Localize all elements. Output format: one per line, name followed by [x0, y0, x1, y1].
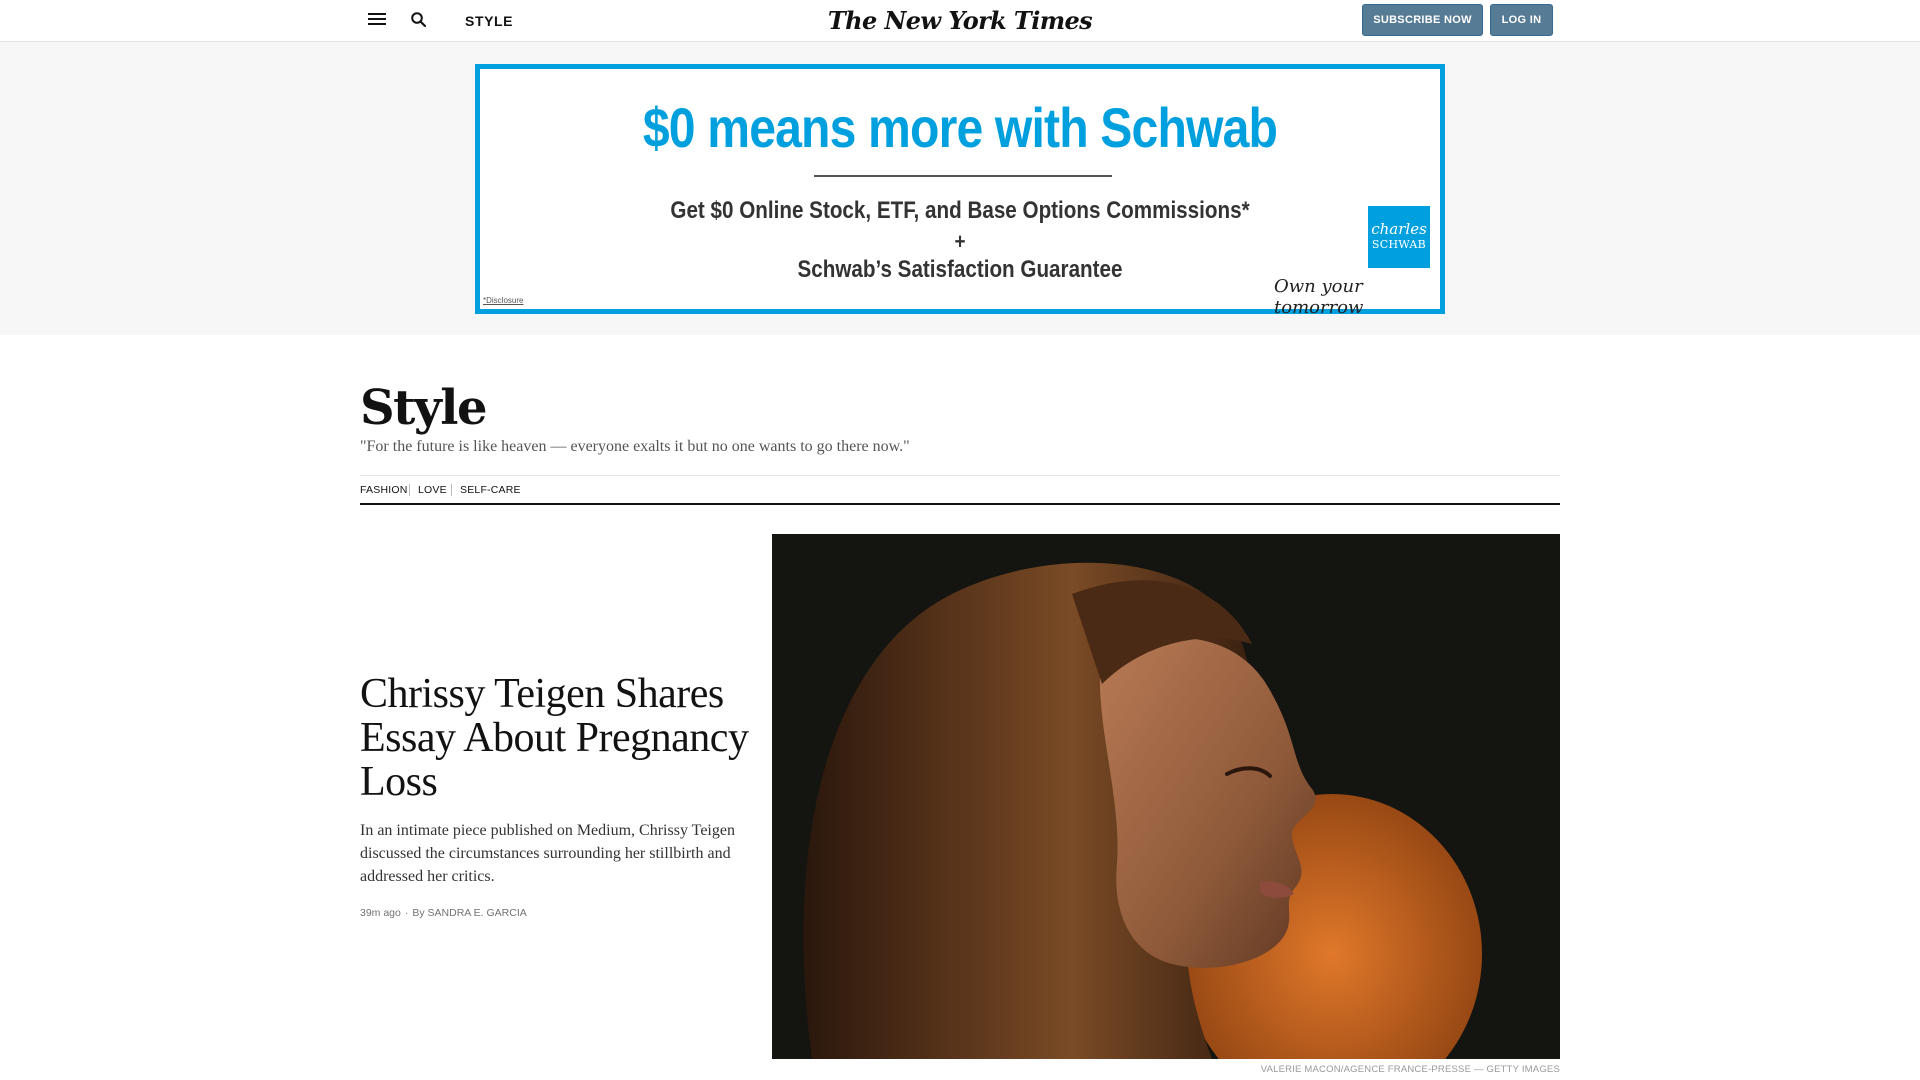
schwab-logo: charles SCHWAB: [1368, 206, 1430, 268]
schwab-logo-line1: charles: [1371, 220, 1427, 238]
ad-headline: $0 means more with Schwab: [642, 96, 1278, 159]
story-byline: By SANDRA E. GARCIA: [412, 907, 527, 919]
subnav-fashion[interactable]: FASHION: [360, 484, 408, 496]
section-quote: "For the future is like heaven — everyon…: [360, 438, 910, 455]
subnav-divider: [409, 484, 410, 496]
ad-plus: +: [954, 229, 966, 254]
section-subnav: FASHION LOVE SELF-CARE: [360, 475, 1560, 505]
portrait-illustration: [772, 534, 1560, 1059]
subnav-love[interactable]: LOVE: [418, 484, 447, 496]
ad-tagline: Own your tomorrow: [1274, 276, 1364, 318]
story-meta: 39m ago · By SANDRA E. GARCIA: [360, 907, 527, 919]
subnav-divider: [451, 484, 452, 496]
masthead-bar: STYLE The New York Times SUBSCRIBE NOW L…: [0, 0, 1920, 42]
ad-disclosure-link[interactable]: *Disclosure: [483, 296, 523, 305]
nyt-logo[interactable]: The New York Times: [0, 6, 1920, 35]
photo-credit: Valerie Macon/Agence France-Presse — Get…: [1260, 1064, 1560, 1075]
lead-summary: In an intimate piece published on Medium…: [360, 822, 735, 885]
ad-line-guarantee: Schwab’s Satisfaction Guarantee: [797, 256, 1123, 283]
login-button[interactable]: LOG IN: [1490, 4, 1553, 36]
ad-divider: [814, 175, 1112, 177]
lead-headline[interactable]: Chrissy Teigen Shares Essay About Pregna…: [360, 672, 760, 804]
subscribe-button[interactable]: SUBSCRIBE NOW: [1362, 4, 1483, 36]
ad-line-commissions: Get $0 Online Stock, ETF, and Base Optio…: [670, 197, 1250, 224]
subnav-self-care[interactable]: SELF-CARE: [460, 484, 521, 496]
schwab-ad[interactable]: $0 means more with Schwab Get $0 Online …: [475, 64, 1445, 318]
lead-photo[interactable]: [772, 534, 1560, 1059]
page-title: Style: [360, 380, 488, 436]
schwab-logo-line2: SCHWAB: [1371, 238, 1427, 251]
story-timestamp: 39m ago: [360, 907, 401, 919]
